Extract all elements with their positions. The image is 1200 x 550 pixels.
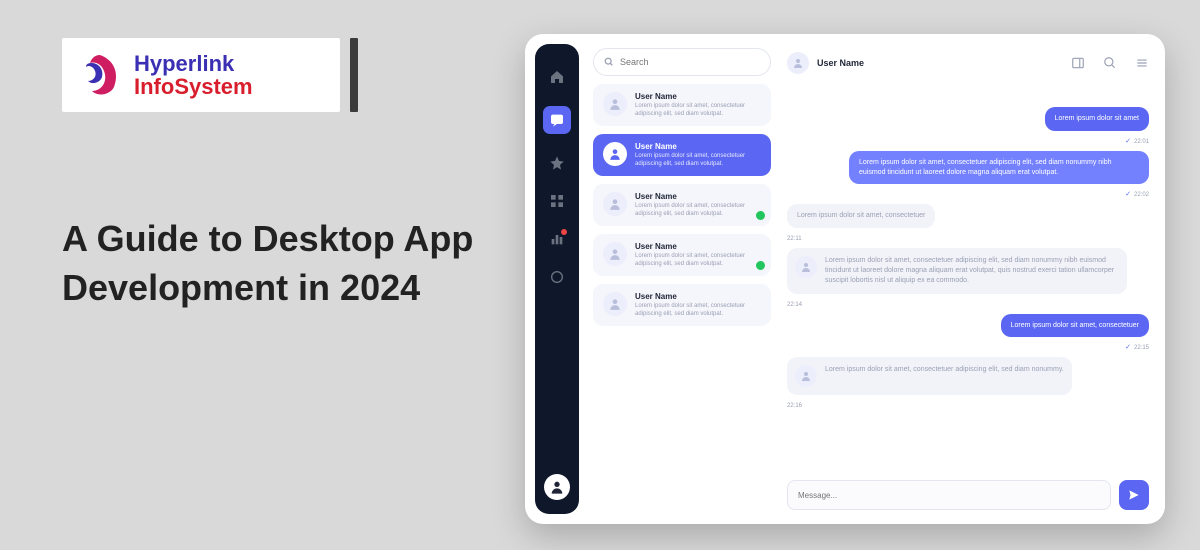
- contact-preview: Lorem ipsum dolor sit amet, consectetuer…: [635, 153, 761, 168]
- contact-name: User Name: [635, 292, 761, 301]
- message-in: Lorem ipsum dolor sit amet, consectetuer…: [787, 248, 1127, 293]
- check-icon: ✓: [1125, 137, 1131, 145]
- search-icon[interactable]: [1103, 56, 1117, 70]
- check-icon: ✓: [1125, 343, 1131, 351]
- chat-header-name: User Name: [817, 58, 864, 68]
- contact-name: User Name: [635, 242, 761, 251]
- star-icon[interactable]: [548, 154, 566, 172]
- message-in: Lorem ipsum dolor sit amet, consectetuer…: [787, 357, 1072, 395]
- check-icon: ✓: [1125, 190, 1131, 198]
- message-input[interactable]: [787, 480, 1111, 510]
- avatar-icon: [795, 256, 817, 278]
- logo-icon: [76, 51, 124, 99]
- logo-text: Hyperlink InfoSystem: [134, 52, 253, 98]
- layout-icon[interactable]: [1071, 56, 1085, 70]
- avatar-icon: [603, 292, 627, 316]
- timestamp: 22:15: [1134, 345, 1149, 351]
- contact-preview: Lorem ipsum dolor sit amet, consectetuer…: [635, 103, 761, 118]
- send-button[interactable]: [1119, 480, 1149, 510]
- avatar-icon: [603, 242, 627, 266]
- contact-preview: Lorem ipsum dolor sit amet, consectetuer…: [635, 253, 761, 268]
- settings-icon[interactable]: [548, 268, 566, 286]
- online-badge: [756, 211, 765, 220]
- grid-icon[interactable]: [548, 192, 566, 210]
- logo-line1: Hyperlink: [134, 52, 253, 75]
- contact-card[interactable]: User Name Lorem ipsum dolor sit amet, con…: [593, 284, 771, 326]
- timestamp: 22:01: [1134, 139, 1149, 145]
- message-text: Lorem ipsum dolor sit amet, consectetuer…: [825, 256, 1119, 285]
- avatar-icon: [603, 92, 627, 116]
- contact-card[interactable]: User Name Lorem ipsum dolor sit amet, con…: [593, 184, 771, 226]
- message-in: Lorem ipsum dolor sit amet, consectetuer: [787, 204, 935, 228]
- message-out: Lorem ipsum dolor sit amet: [1045, 107, 1149, 131]
- contact-preview: Lorem ipsum dolor sit amet, consectetuer…: [635, 303, 761, 318]
- contact-card[interactable]: User Name Lorem ipsum dolor sit amet, con…: [593, 84, 771, 126]
- avatar-icon: [603, 192, 627, 216]
- logo-divider: [350, 38, 358, 112]
- logo-line2: InfoSystem: [134, 75, 253, 98]
- timestamp: 22:11: [787, 236, 802, 242]
- menu-icon[interactable]: [1135, 56, 1149, 70]
- logo-card: Hyperlink InfoSystem: [62, 38, 340, 112]
- contact-name: User Name: [635, 142, 761, 151]
- avatar-icon: [795, 365, 817, 387]
- timestamp: 22:16: [787, 403, 802, 409]
- chat-panel: User Name Lorem ipsum dolor sit amet ✓22…: [779, 34, 1165, 524]
- contact-card[interactable]: User Name Lorem ipsum dolor sit amet, con…: [593, 234, 771, 276]
- search-input[interactable]: [593, 48, 771, 76]
- contacts-panel: User Name Lorem ipsum dolor sit amet, con…: [589, 34, 779, 524]
- contact-card-active[interactable]: User Name Lorem ipsum dolor sit amet, con…: [593, 134, 771, 176]
- contact-preview: Lorem ipsum dolor sit amet, consectetuer…: [635, 203, 761, 218]
- chat-icon[interactable]: [543, 106, 571, 134]
- contact-name: User Name: [635, 192, 761, 201]
- avatar-icon: [787, 52, 809, 74]
- page-title: A Guide to Desktop App Development in 20…: [62, 215, 492, 312]
- online-badge: [756, 261, 765, 270]
- message-out: Lorem ipsum dolor sit amet, consectetuer…: [849, 151, 1149, 185]
- sidebar: [535, 44, 579, 514]
- chat-header: User Name: [787, 48, 1149, 85]
- contact-name: User Name: [635, 92, 761, 101]
- message-input-row: [787, 480, 1149, 510]
- search-icon: [604, 57, 614, 67]
- timestamp: 22:02: [1134, 192, 1149, 198]
- app-window: User Name Lorem ipsum dolor sit amet, con…: [525, 34, 1165, 524]
- avatar-icon: [603, 142, 627, 166]
- home-icon[interactable]: [548, 68, 566, 86]
- message-text: Lorem ipsum dolor sit amet, consectetuer…: [825, 365, 1064, 375]
- timestamp: 22:14: [787, 302, 802, 308]
- notification-dot: [561, 229, 567, 235]
- messages-list: Lorem ipsum dolor sit amet ✓22:01 Lorem …: [787, 85, 1149, 472]
- search-field[interactable]: [620, 57, 760, 67]
- profile-avatar[interactable]: [544, 474, 570, 500]
- message-out: Lorem ipsum dolor sit amet, consectetuer: [1001, 314, 1149, 338]
- stats-icon[interactable]: [548, 230, 566, 248]
